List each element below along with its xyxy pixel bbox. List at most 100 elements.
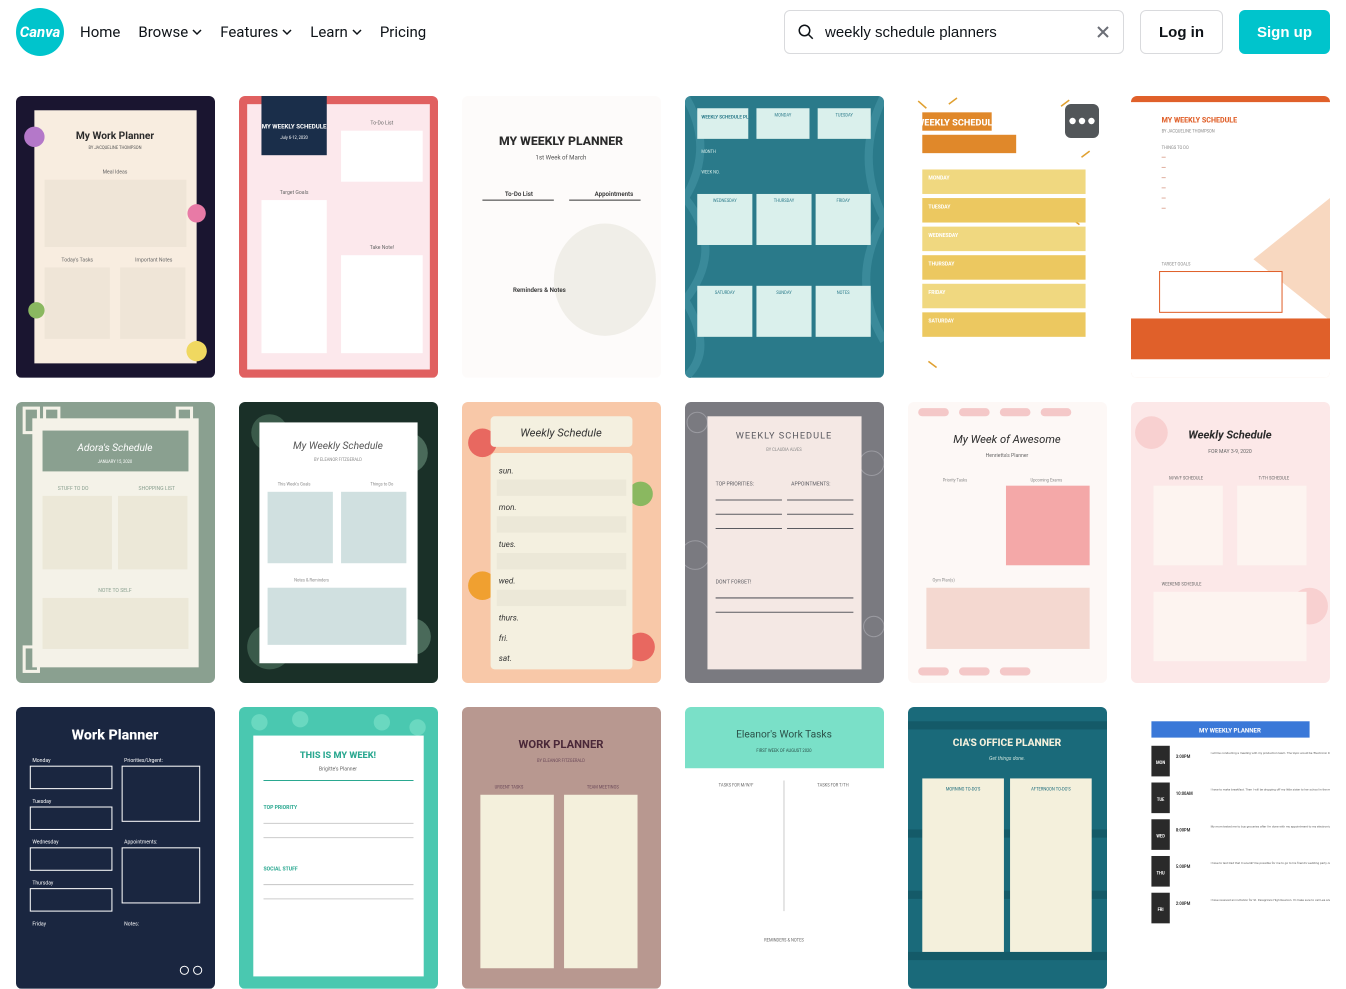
svg-text:THURSDAY: THURSDAY [928, 261, 955, 267]
template-card[interactable]: MY WEEKLY SCHEDULEJuly 6-12, 2020To-Do L… [239, 96, 438, 378]
svg-text:WORK PLANNER: WORK PLANNER [519, 738, 604, 751]
svg-text:Get things done.: Get things done. [989, 756, 1025, 762]
svg-text:Eleanor's Work Tasks: Eleanor's Work Tasks [736, 730, 832, 741]
nav-browse[interactable]: Browse [138, 23, 202, 41]
svg-text:TUESDAY: TUESDAY [836, 112, 854, 117]
template-card[interactable]: My Weekly Schedule BY ELEANOR FITZGERALD T… [239, 402, 438, 684]
login-button[interactable]: Log in [1140, 10, 1223, 54]
svg-text:MON: MON [1156, 760, 1165, 765]
svg-text:T/TH SCHEDULE: T/TH SCHEDULE [1259, 475, 1290, 480]
template-card[interactable]: Weekly ScheduleFOR MAY 3-9, 2020M/W/F SC… [1131, 402, 1330, 684]
svg-text:Priority Tasks: Priority Tasks [943, 477, 968, 482]
template-card[interactable]: WEEKLY SCHEDULEMONDAYTUESDAYWEDNESDAYTHU… [908, 96, 1107, 378]
template-card[interactable]: MY WEEKLY PLANNER MON3:00PMI will be con… [1131, 707, 1330, 989]
signup-button[interactable]: Sign up [1239, 10, 1330, 54]
svg-text:SATURDAY: SATURDAY [715, 290, 736, 295]
template-card[interactable]: WEEKLY SCHEDULE PLANNERMONDAYTUESDAYMONT… [685, 96, 884, 378]
svg-text:JANUARY 15, 2020: JANUARY 15, 2020 [98, 459, 133, 464]
template-card[interactable]: Work PlannerMondayPriorities/Urgent:Tues… [16, 707, 215, 989]
template-card[interactable]: MY WEEKLY PLANNER1st Week of MarchTo-Do … [462, 96, 661, 378]
svg-text:TOP PRIORITIES:: TOP PRIORITIES: [716, 481, 754, 487]
svg-text:THU: THU [1157, 871, 1165, 876]
svg-text:BY ELEANOR FITZGERALD: BY ELEANOR FITZGERALD [314, 457, 362, 462]
svg-text:WEDNESDAY: WEDNESDAY [713, 198, 737, 203]
template-card[interactable]: Weekly Schedulesun.mon.tues.wed.thurs.fr… [462, 402, 661, 684]
svg-text:Adora's Schedule: Adora's Schedule [76, 443, 152, 454]
svg-text:DON'T FORGET!: DON'T FORGET! [716, 579, 752, 585]
search-input[interactable] [825, 24, 1085, 41]
nav-home[interactable]: Home [80, 23, 120, 41]
search-box[interactable] [784, 10, 1124, 54]
svg-text:10:00AM: 10:00AM [1176, 791, 1193, 796]
svg-text:Things to Do: Things to Do [370, 481, 394, 486]
svg-text:Thursday: Thursday [32, 881, 54, 887]
svg-text:AFTERNOON TO-DO'S: AFTERNOON TO-DO'S [1031, 787, 1071, 792]
chevron-down-icon [352, 27, 362, 37]
svg-text:This Week's Goals: This Week's Goals [278, 481, 311, 486]
svg-text:NOTES: NOTES [837, 290, 850, 295]
svg-text:MONTH: MONTH [701, 149, 716, 154]
svg-text:MY WEEKLY PLANNER: MY WEEKLY PLANNER [1199, 728, 1261, 735]
template-card[interactable]: My Week of AwesomeHenrietta's PlannerPri… [908, 402, 1107, 684]
template-card[interactable]: Adora's Schedule JANUARY 15, 2020 STUFF TO… [16, 402, 215, 684]
chevron-down-icon [192, 27, 202, 37]
svg-text:Brigitte's Planner: Brigitte's Planner [319, 767, 357, 773]
template-grid: My Work PlannerBY JACQUELINE THOMPSONMea… [0, 64, 1346, 989]
svg-text:Weekly Schedule: Weekly Schedule [520, 426, 602, 439]
svg-text:TUE: TUE [1157, 797, 1165, 802]
svg-text:NOTE TO SELF: NOTE TO SELF [98, 587, 132, 593]
template-card[interactable]: THIS IS MY WEEK!Brigitte's PlannerTOP PR… [239, 707, 438, 989]
svg-text:Appointments: Appointments [595, 191, 634, 198]
nav-learn[interactable]: Learn [310, 23, 362, 41]
svg-text:WEEKLY SCHEDULE: WEEKLY SCHEDULE [916, 118, 997, 129]
svg-text:thurs.: thurs. [499, 612, 519, 622]
svg-text:Priorities/Urgent:: Priorities/Urgent: [124, 758, 163, 764]
template-card[interactable]: CIA'S OFFICE PLANNERGet things done.MORN… [908, 707, 1107, 989]
svg-text:My Weekly Schedule: My Weekly Schedule [293, 441, 383, 452]
svg-text:To-Do List: To-Do List [370, 121, 393, 127]
svg-text:BY ELEANOR FITZGERALD: BY ELEANOR FITZGERALD [537, 758, 585, 763]
clear-search-button[interactable] [1095, 24, 1111, 40]
canva-logo[interactable]: Canva [16, 8, 64, 56]
svg-text:Today's Tasks: Today's Tasks [61, 257, 93, 263]
svg-text:WEEKLY SCHEDULE: WEEKLY SCHEDULE [736, 430, 833, 441]
template-card[interactable]: My Work PlannerBY JACQUELINE THOMPSONMea… [16, 96, 215, 378]
search-icon [797, 23, 815, 41]
dots-horizontal-icon [1065, 104, 1099, 138]
svg-text:SOCIAL STUFF: SOCIAL STUFF [263, 867, 297, 873]
svg-text:BY JACQUELINE THOMPSON: BY JACQUELINE THOMPSON [88, 145, 141, 150]
svg-text:WED: WED [1156, 834, 1165, 839]
svg-text:MY WEEKLY SCHEDULE: MY WEEKLY SCHEDULE [262, 124, 327, 131]
svg-text:SHOPPING LIST: SHOPPING LIST [139, 485, 176, 491]
template-card[interactable]: MY WEEKLY SCHEDULE BY JACQUELINE THOMPSON… [1131, 96, 1330, 378]
nav-pricing[interactable]: Pricing [380, 23, 426, 41]
svg-text:BY JACQUELINE THOMPSON: BY JACQUELINE THOMPSON [1162, 129, 1215, 134]
svg-text:I have to make breakfast. Then: I have to make breakfast. Then I will be… [1211, 788, 1330, 792]
svg-text:THINGS TO DO: THINGS TO DO [1162, 145, 1189, 150]
svg-text:Appointments:: Appointments: [124, 840, 157, 846]
svg-text:MY WEEKLY SCHEDULE: MY WEEKLY SCHEDULE [1162, 116, 1238, 125]
svg-text:2:00PM: 2:00PM [1176, 901, 1191, 906]
svg-text:MONDAY: MONDAY [928, 176, 950, 182]
svg-text:Upcoming Exams: Upcoming Exams [1030, 477, 1062, 482]
svg-text:Gym Plan(s): Gym Plan(s) [932, 577, 955, 582]
template-card[interactable]: WEEKLY SCHEDULEBY CLAUDIA ALVESTOP PRIOR… [685, 402, 884, 684]
template-card[interactable]: WORK PLANNERBY ELEANOR FITZGERALDURGENT … [462, 707, 661, 989]
svg-text:WEEKLY SCHEDULE PLANNER: WEEKLY SCHEDULE PLANNER [701, 114, 763, 120]
svg-text:fri.: fri. [499, 632, 508, 642]
nav-features[interactable]: Features [220, 23, 292, 41]
template-card[interactable]: Eleanor's Work TasksFIRST WEEK OF AUGUST… [685, 707, 884, 989]
svg-text:THURSDAY: THURSDAY [774, 198, 795, 203]
svg-text:sun.: sun. [499, 465, 514, 475]
svg-text:STUFF TO DO: STUFF TO DO [58, 485, 89, 491]
svg-text:I will be conducting a meeting: I will be conducting a meeting with my p… [1211, 751, 1330, 755]
svg-text:Tuesday: Tuesday [32, 799, 52, 805]
svg-text:Weekly Schedule: Weekly Schedule [1188, 428, 1271, 441]
svg-text:wed.: wed. [499, 575, 516, 585]
svg-text:1st Week of March: 1st Week of March [536, 154, 587, 161]
more-options-button[interactable] [1065, 104, 1099, 138]
svg-text:sat.: sat. [499, 653, 512, 663]
svg-text:tues.: tues. [499, 539, 516, 549]
svg-text:TEAM MEETINGS: TEAM MEETINGS [587, 785, 619, 790]
svg-text:CIA'S OFFICE PLANNER: CIA'S OFFICE PLANNER [953, 738, 1062, 749]
